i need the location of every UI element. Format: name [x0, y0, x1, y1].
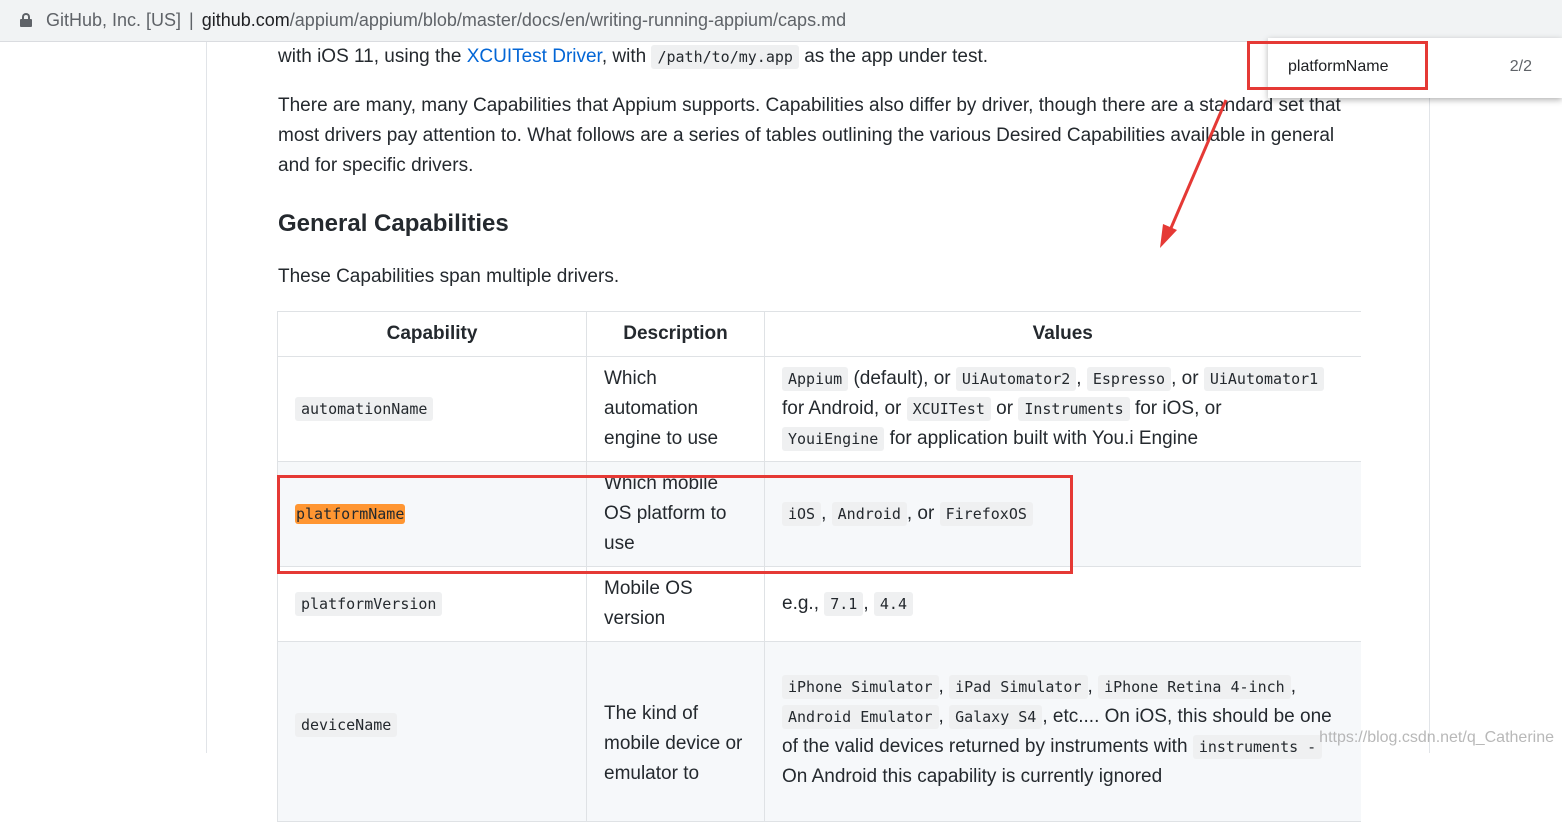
- capability-code: platformVersion: [295, 592, 442, 616]
- capability-cell: deviceName: [278, 642, 587, 822]
- table-header-row: Capability Description Values: [278, 312, 1361, 357]
- capability-code-highlighted: platformName: [295, 504, 405, 524]
- url-separator: |: [189, 10, 194, 31]
- values-cell: iOS, Android, or FirefoxOS: [765, 462, 1361, 567]
- value-text: e.g.,: [782, 593, 824, 614]
- values-cell: e.g., 7.1, 4.4: [765, 567, 1361, 642]
- browser-address-bar: GitHub, Inc. [US] | github.com/appium/ap…: [0, 0, 1562, 42]
- value-code: YouiEngine: [782, 427, 884, 451]
- value-code: Android Emulator: [782, 705, 939, 729]
- value-text: for iOS, or: [1130, 398, 1222, 419]
- find-match-count: 2/2: [1510, 58, 1532, 76]
- values-cell: iPhone Simulator, iPad Simulator, iPhone…: [765, 642, 1361, 822]
- capability-cell: platformVersion: [278, 567, 587, 642]
- general-capabilities-table: Capability Description Values automation…: [277, 311, 1361, 822]
- capabilities-intro-paragraph: There are many, many Capabilities that A…: [278, 91, 1360, 181]
- value-code: iPad Simulator: [949, 675, 1087, 699]
- value-code: Galaxy S4: [949, 705, 1042, 729]
- page-left-border: [206, 42, 207, 753]
- find-in-page-bar[interactable]: platformName 2/2: [1268, 38, 1562, 98]
- value-code: Espresso: [1087, 367, 1171, 391]
- value-code: XCUITest: [907, 397, 991, 421]
- app-path-code: /path/to/my.app: [651, 45, 798, 69]
- table-row: platformVersion Mobile OS version e.g., …: [278, 567, 1361, 642]
- value-text: , or: [907, 503, 940, 524]
- p1-text-prefix: with iOS 11, using the: [278, 46, 467, 67]
- description-cell: Mobile OS version: [587, 567, 765, 642]
- value-code: 7.1: [824, 592, 863, 616]
- value-code: FirefoxOS: [940, 502, 1033, 526]
- value-text: (default), or: [848, 368, 956, 389]
- value-code: UiAutomator2: [956, 367, 1076, 391]
- url-host[interactable]: github.com: [202, 10, 290, 31]
- value-code: Appium: [782, 367, 848, 391]
- p1-text-mid: , with: [602, 46, 652, 67]
- p1-text-suffix: as the app under test.: [799, 46, 988, 67]
- value-text: ,: [939, 676, 950, 697]
- value-text: ,: [939, 706, 950, 727]
- value-code: instruments -: [1193, 735, 1322, 759]
- description-cell: Which mobile OS platform to use: [587, 462, 765, 567]
- header-capability: Capability: [278, 312, 587, 357]
- table-row: deviceName The kind of mobile device or …: [278, 642, 1361, 822]
- value-text: , or: [1171, 368, 1204, 389]
- capability-code: automationName: [295, 397, 433, 421]
- general-capabilities-description: These Capabilities span multiple drivers…: [278, 262, 619, 292]
- capability-cell: platformName: [278, 462, 587, 567]
- url-field[interactable]: GitHub, Inc. [US] | github.com/appium/ap…: [6, 4, 1556, 36]
- description-cell: The kind of mobile device or emulator to: [587, 642, 765, 822]
- value-text: ,: [821, 503, 832, 524]
- url-path[interactable]: /appium/appium/blob/master/docs/en/writi…: [290, 10, 846, 31]
- value-code: iPhone Simulator: [782, 675, 939, 699]
- xcuitest-driver-link[interactable]: XCUITest Driver: [467, 46, 602, 67]
- lock-icon[interactable]: [20, 13, 32, 27]
- value-code: Instruments: [1018, 397, 1129, 421]
- value-code: iPhone Retina 4-inch: [1098, 675, 1291, 699]
- watermark: https://blog.csdn.net/q_Catherine: [1319, 729, 1554, 747]
- page-right-border: [1429, 42, 1430, 753]
- site-identity[interactable]: GitHub, Inc. [US]: [46, 10, 181, 31]
- header-description: Description: [587, 312, 765, 357]
- header-values: Values: [765, 312, 1361, 357]
- value-text: for Android, or: [782, 398, 907, 419]
- values-cell: Appium (default), or UiAutomator2, Espre…: [765, 357, 1361, 462]
- value-text: ,: [1291, 676, 1296, 697]
- value-code: iOS: [782, 502, 821, 526]
- capability-cell: automationName: [278, 357, 587, 462]
- description-cell: Which automation engine to use: [587, 357, 765, 462]
- capability-code: deviceName: [295, 713, 397, 737]
- intro-paragraph-tail: with iOS 11, using the XCUITest Driver, …: [278, 42, 988, 72]
- value-code: 4.4: [874, 592, 913, 616]
- value-text: for application built with You.i Engine: [884, 428, 1198, 449]
- find-query[interactable]: platformName: [1288, 58, 1388, 76]
- value-text: ,: [1076, 368, 1087, 389]
- value-text: ,: [1088, 676, 1099, 697]
- value-text: ,: [863, 593, 874, 614]
- general-capabilities-heading: General Capabilities: [278, 209, 509, 239]
- value-text: or: [991, 398, 1018, 419]
- value-code: Android: [832, 502, 907, 526]
- table-row: platformName Which mobile OS platform to…: [278, 462, 1361, 567]
- value-code: UiAutomator1: [1204, 367, 1324, 391]
- table-row: automationName Which automation engine t…: [278, 357, 1361, 462]
- value-text: On Android this capability is currently …: [782, 766, 1162, 787]
